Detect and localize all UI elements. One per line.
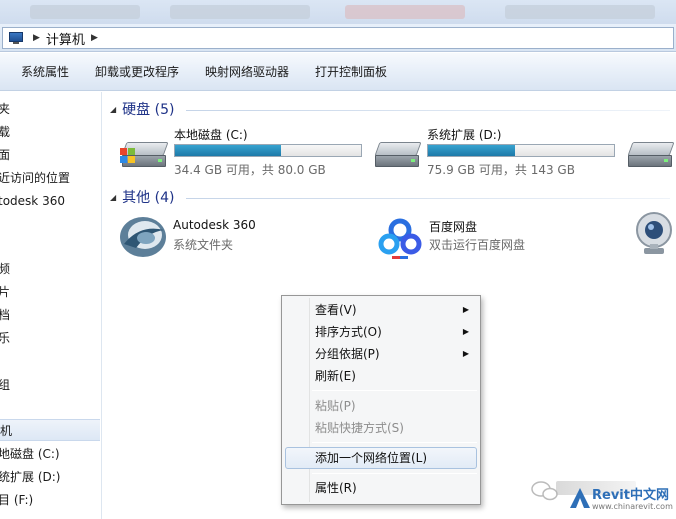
- computer-icon: [9, 32, 25, 44]
- nav-item-drive-c[interactable]: 地磁盘 (C:): [0, 443, 60, 465]
- menu-item-refresh[interactable]: 刷新(E): [285, 365, 477, 387]
- system-properties-button[interactable]: 系统属性: [8, 57, 82, 86]
- menu-item-label: 粘贴(P): [315, 399, 356, 413]
- menu-item-label: 粘贴快捷方式(S): [315, 421, 404, 435]
- chevron-right-icon[interactable]: ▶: [33, 33, 40, 43]
- hard-drive-icon: [120, 142, 169, 168]
- revit-watermark: Revit中文网 www.chinarevit.com: [568, 482, 676, 519]
- item-description: 系统文件夹: [173, 238, 234, 252]
- nav-item-recent-places[interactable]: 近访问的位置: [0, 167, 70, 189]
- nav-item-drive-f[interactable]: 目 (F:): [0, 489, 33, 511]
- collapse-triangle-icon[interactable]: ◢: [110, 105, 116, 114]
- blurred-tab[interactable]: [30, 5, 140, 19]
- menu-item-add-network-location[interactable]: 添加一个网络位置(L): [285, 447, 477, 469]
- watermark-url: www.chinarevit.com: [592, 502, 673, 511]
- hard-drive-icon: [374, 142, 422, 168]
- menu-separator: [312, 442, 477, 443]
- drive-item-c[interactable]: 本地磁盘 (C:) 34.4 GB 可用，共 80.0 GB: [120, 126, 372, 182]
- command-toolbar: 系统属性 卸载或更改程序 映射网络驱动器 打开控制面板: [0, 53, 676, 91]
- item-name: 百度网盘: [429, 220, 478, 234]
- nav-item-computer[interactable]: 机: [0, 419, 100, 441]
- revit-logo-icon: [570, 488, 590, 508]
- item-name: Autodesk 360: [173, 218, 256, 232]
- drive-item-d[interactable]: 系统扩展 (D:) 75.9 GB 可用，共 143 GB: [374, 126, 625, 182]
- nav-item-desktop[interactable]: 面: [0, 144, 10, 166]
- group-title: 其他 (4): [122, 190, 175, 206]
- title-strip: [0, 0, 676, 24]
- nav-item-music[interactable]: 乐: [0, 327, 10, 349]
- windows-logo-icon: [120, 148, 136, 164]
- brand-text: Revit中文网: [592, 488, 669, 503]
- collapse-triangle-icon[interactable]: ◢: [110, 193, 116, 202]
- item-baidu-netdisk[interactable]: 百度网盘 双击运行百度网盘: [374, 214, 594, 262]
- drive-usage-fill: [175, 145, 282, 156]
- menu-item-group-by[interactable]: 分组依据(P) ▶: [285, 343, 477, 365]
- drive-usage-bar: [174, 144, 362, 157]
- menu-item-label: 属性(R): [315, 481, 357, 495]
- drive-usage-fill: [428, 145, 516, 156]
- blurred-tab[interactable]: [170, 5, 310, 19]
- drive-name: 本地磁盘 (C:): [174, 128, 248, 142]
- autodesk-360-icon: [120, 217, 166, 257]
- nav-item-downloads[interactable]: 载: [0, 121, 10, 143]
- drive-name: 系统扩展 (D:): [427, 128, 502, 142]
- item-description: 双击运行百度网盘: [429, 238, 526, 252]
- nav-item-drive-d[interactable]: 统扩展 (D:): [0, 466, 60, 488]
- menu-item-view[interactable]: 查看(V) ▶: [285, 299, 477, 321]
- open-control-panel-button[interactable]: 打开控制面板: [302, 57, 400, 86]
- nav-item-favorites[interactable]: 夹: [0, 98, 10, 120]
- navigation-pane: 夹 载 面 近访问的位置 todesk 360 频 片 档 乐 组 机 地磁盘 …: [0, 92, 102, 519]
- menu-item-sort-by[interactable]: 排序方式(O) ▶: [285, 321, 477, 343]
- nav-item-videos[interactable]: 频: [0, 258, 10, 280]
- submenu-arrow-icon: ▶: [462, 327, 469, 336]
- nav-item-pictures[interactable]: 片: [0, 281, 10, 303]
- nav-item-homegroup[interactable]: 组: [0, 374, 10, 396]
- blurred-tab[interactable]: [505, 5, 655, 19]
- menu-item-properties[interactable]: 属性(R): [285, 477, 477, 499]
- group-divider: [186, 110, 670, 111]
- address-bar[interactable]: ▶ 计算机 ▶: [2, 27, 674, 49]
- menu-item-label: 查看(V): [315, 303, 357, 317]
- menu-separator: [312, 473, 477, 474]
- map-network-drive-button[interactable]: 映射网络驱动器: [192, 57, 302, 86]
- breadcrumb-computer[interactable]: 计算机: [46, 29, 85, 48]
- menu-item-label: 刷新(E): [315, 369, 356, 383]
- hard-drive-icon: [628, 142, 675, 168]
- uninstall-program-button[interactable]: 卸载或更改程序: [82, 57, 192, 86]
- menu-item-label: 排序方式(O): [315, 325, 382, 339]
- address-row: ▶ 计算机 ▶: [0, 24, 676, 52]
- chevron-right-icon[interactable]: ▶: [91, 33, 98, 43]
- baidu-netdisk-icon: [378, 218, 422, 259]
- drive-usage-bar: [427, 144, 615, 157]
- menu-item-label: 添加一个网络位置(L): [315, 451, 428, 465]
- item-webcam[interactable]: [632, 210, 676, 258]
- menu-separator: [312, 390, 477, 391]
- context-menu: 查看(V) ▶ 排序方式(O) ▶ 分组依据(P) ▶ 刷新(E) 粘贴(P) …: [281, 295, 481, 505]
- submenu-arrow-icon: ▶: [462, 349, 469, 358]
- nav-item-autodesk-360[interactable]: todesk 360: [0, 190, 65, 212]
- group-divider: [186, 198, 670, 199]
- drive-item-partial[interactable]: [628, 126, 676, 182]
- group-title: 硬盘 (5): [122, 102, 175, 118]
- menu-item-label: 分组依据(P): [315, 347, 380, 361]
- group-header-other[interactable]: ◢ 其他 (4): [110, 187, 174, 207]
- submenu-arrow-icon: ▶: [462, 305, 469, 314]
- group-header-drives[interactable]: ◢ 硬盘 (5): [110, 99, 174, 119]
- menu-item-paste-shortcut[interactable]: 粘贴快捷方式(S): [285, 417, 477, 439]
- drive-free-space: 75.9 GB 可用，共 143 GB: [427, 163, 575, 177]
- drive-free-space: 34.4 GB 可用，共 80.0 GB: [174, 163, 326, 177]
- webcam-icon: [636, 212, 672, 254]
- menu-item-paste[interactable]: 粘贴(P): [285, 395, 477, 417]
- item-autodesk-360[interactable]: Autodesk 360 系统文件夹: [118, 214, 338, 262]
- blurred-tab[interactable]: [345, 5, 465, 19]
- nav-item-documents[interactable]: 档: [0, 304, 10, 326]
